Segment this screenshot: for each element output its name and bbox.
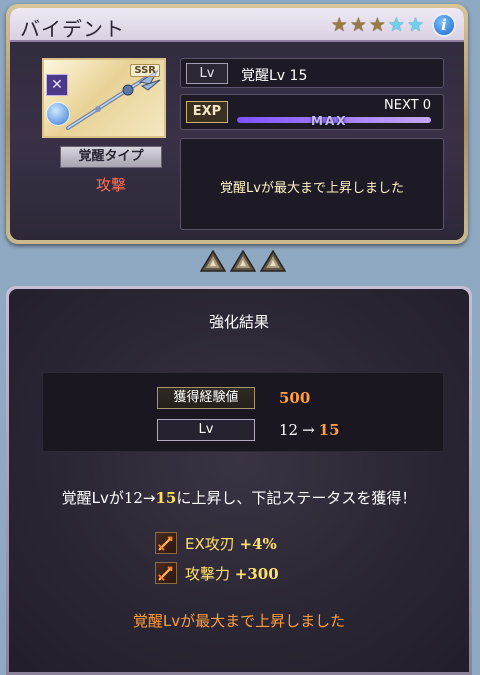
stat-line-attack: 攻撃力 +300 bbox=[155, 562, 279, 584]
max-label: MAX bbox=[311, 114, 348, 128]
summary-prefix: 覚醒Lvが bbox=[61, 489, 124, 507]
level-change: 12 → 15 bbox=[279, 421, 340, 439]
level-up-summary: 覚醒Lvが12→15に上昇し、下記ステータスを獲得！ bbox=[9, 487, 469, 508]
star-icon: ★ bbox=[368, 14, 386, 36]
triangle-ornament-icon bbox=[200, 250, 226, 272]
bident-weapon-icon bbox=[66, 69, 161, 130]
stat-label: EX攻刃 bbox=[185, 534, 235, 553]
separator-triangles bbox=[200, 250, 286, 272]
awaken-type-label: 覚醒タイプ bbox=[60, 146, 162, 168]
result-panel: 強化結果 獲得経験値 500 Lv 12 → 15 覚醒Lvが12→15に上昇し、下… bbox=[6, 286, 472, 675]
star-icon: ★ bbox=[406, 14, 424, 36]
level-from: 12 bbox=[279, 421, 299, 439]
weapon-thumbnail[interactable]: SSR ✕ bbox=[42, 58, 166, 138]
max-level-message: 覚醒Lvが最大まで上昇しました bbox=[132, 612, 346, 630]
level-arrow: → bbox=[302, 421, 315, 439]
ssr-badge: SSR bbox=[130, 64, 160, 77]
summary-arrow: → bbox=[142, 489, 156, 507]
weapon-panel: バイデント ★ ★ ★ ★ ★ i SSR ✕ 覚醒タイプ 攻撃 Lv 覚醒Lv… bbox=[6, 4, 468, 244]
level-row: Lv 覚醒Lv 15 bbox=[180, 58, 444, 88]
rarity-stars: ★ ★ ★ ★ ★ bbox=[331, 14, 424, 36]
stat-line-ex-attack: EX攻刃 +4% bbox=[155, 532, 277, 554]
result-level-label: Lv bbox=[157, 419, 255, 441]
gained-exp-value: 500 bbox=[279, 389, 311, 407]
weapon-title-bar: バイデント ★ ★ ★ ★ ★ i bbox=[10, 8, 464, 42]
summary-suffix: に上昇し、下記ステータスを獲得！ bbox=[176, 489, 417, 507]
level-tag: Lv bbox=[186, 63, 228, 84]
skill-orb-icon bbox=[46, 102, 70, 126]
gained-exp-label: 獲得経験値 bbox=[157, 387, 255, 409]
sword-boost-icon bbox=[155, 532, 177, 554]
stat-value: +300 bbox=[234, 564, 279, 583]
level-to: 15 bbox=[318, 421, 340, 439]
info-icon[interactable]: i bbox=[432, 13, 456, 37]
exp-tag: EXP bbox=[186, 101, 228, 123]
dark-element-icon: ✕ bbox=[46, 74, 68, 96]
weapon-message: 覚醒Lvが最大まで上昇しました bbox=[220, 181, 404, 196]
summary-to: 15 bbox=[155, 489, 177, 507]
star-icon: ★ bbox=[330, 14, 348, 36]
weapon-panel-body: バイデント ★ ★ ★ ★ ★ i SSR ✕ 覚醒タイプ 攻撃 Lv 覚醒Lv… bbox=[10, 8, 464, 240]
awaken-type-value: 攻撃 bbox=[95, 176, 126, 194]
star-icon: ★ bbox=[387, 14, 405, 36]
stat-label: 攻撃力 bbox=[185, 564, 231, 583]
stat-text: EX攻刃 +4% bbox=[185, 533, 277, 554]
next-exp-label: NEXT 0 bbox=[384, 98, 431, 113]
sword-boost-icon bbox=[155, 562, 177, 584]
weapon-name: バイデント bbox=[20, 17, 125, 41]
summary-from: 12 bbox=[123, 489, 143, 507]
triangle-ornament-icon bbox=[260, 250, 286, 272]
stat-value: +4% bbox=[239, 534, 277, 553]
result-title: 強化結果 bbox=[208, 313, 269, 331]
result-panel-body: 強化結果 獲得経験値 500 Lv 12 → 15 覚醒Lvが12→15に上昇し、下… bbox=[9, 289, 469, 672]
stat-text: 攻撃力 +300 bbox=[185, 563, 279, 584]
awaken-level-value: 覚醒Lv 15 bbox=[241, 68, 308, 84]
star-icon: ★ bbox=[349, 14, 367, 36]
weapon-message-box: 覚醒Lvが最大まで上昇しました bbox=[180, 138, 444, 230]
exp-row: EXP NEXT 0 MAX bbox=[180, 94, 444, 130]
result-summary-box: 獲得経験値 500 Lv 12 → 15 bbox=[42, 372, 444, 452]
triangle-ornament-icon bbox=[230, 250, 256, 272]
